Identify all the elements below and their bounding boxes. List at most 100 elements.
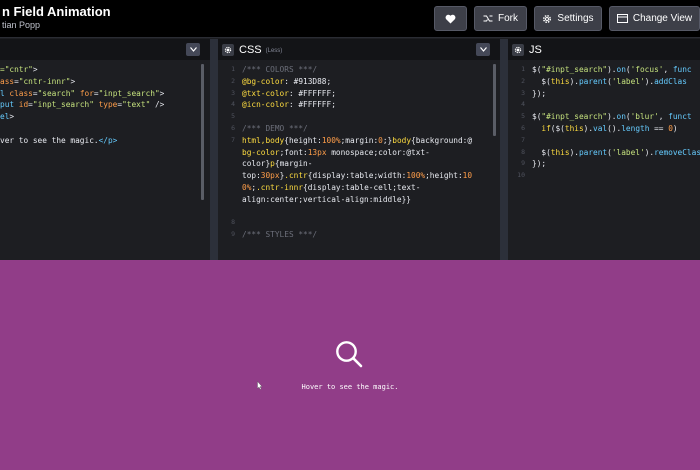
css-pane-label: CSS xyxy=(239,43,262,56)
js-pane-header: JS xyxy=(508,39,700,60)
code-line: /*** DEMO ***/ xyxy=(242,123,308,133)
code-line: }); xyxy=(532,159,547,169)
line-number: 9 xyxy=(521,159,525,168)
line-number: 2 xyxy=(231,76,235,85)
code-line: /*** COLORS ***/ xyxy=(242,65,318,74)
layout-icon xyxy=(616,14,628,23)
code-line: }); xyxy=(532,88,547,98)
code-line: $(this).parent('label').removeClas xyxy=(532,147,700,157)
html-code-editor[interactable]: ="cntr"> ass="cntr-innr"> l class="search"… xyxy=(0,60,210,260)
line-number xyxy=(218,158,235,170)
line-number: 4 xyxy=(521,100,525,109)
pen-author[interactable]: tian Popp xyxy=(2,20,40,30)
css-settings-button[interactable] xyxy=(222,43,234,56)
code-line: /*** STYLES ***/ xyxy=(242,230,318,240)
line-number: 7 xyxy=(231,135,235,144)
gear-icon xyxy=(224,46,232,53)
chevron-down-icon xyxy=(479,47,487,52)
change-view-label: Change View xyxy=(632,13,693,24)
html-scrollbar[interactable] xyxy=(201,64,204,200)
chevron-down-icon xyxy=(189,47,197,52)
top-bar: n Field Animation tian Popp Fork Setting… xyxy=(0,0,700,38)
css-pane-header: CSS (Less) xyxy=(218,39,500,60)
pen-title: n Field Animation xyxy=(2,4,111,19)
html-editor-pane: ="cntr"> ass="cntr-innr"> l class="search"… xyxy=(0,39,210,260)
line-number: 9 xyxy=(231,230,235,239)
gear-icon xyxy=(514,46,522,53)
css-scrollbar[interactable] xyxy=(493,64,496,136)
code-line: if($(this).val().length == 0) xyxy=(532,123,678,133)
js-editor-pane: JS 1 2 3 4 5 6 7 8 9 10 $("#inpt_search").on('foc… xyxy=(508,39,700,260)
settings-button[interactable]: Settings xyxy=(534,6,602,31)
js-code-editor[interactable]: 1 2 3 4 5 6 7 8 9 10 $("#inpt_search").on('focus'… xyxy=(508,60,700,260)
code-line: @txt-color: #FFFFFF; xyxy=(242,88,336,98)
css-line-numbers: 1 2 3 4 5 6 7 8 9 xyxy=(218,64,235,241)
line-number: 1 xyxy=(231,65,235,73)
hover-hint-text: Hover to see the magic. xyxy=(301,383,399,391)
js-line-numbers: 1 2 3 4 5 6 7 8 9 10 xyxy=(508,64,525,182)
code-line: el> xyxy=(0,112,15,122)
line-number xyxy=(218,170,235,182)
line-number: 6 xyxy=(231,123,235,132)
code-line: 0%;.cntr-innr{display:table-cell;text- xyxy=(242,182,421,192)
line-number: 7 xyxy=(521,135,525,144)
search-field[interactable] xyxy=(333,338,367,372)
line-number: 2 xyxy=(521,76,525,85)
line-number xyxy=(218,206,235,218)
code-line: @bg-color: #913D88; xyxy=(242,76,332,86)
css-editor-pane: CSS (Less) 1 2 3 4 5 6 7 8 9 /*** COLORS ***/ @bg… xyxy=(218,39,500,260)
js-pane-label: JS xyxy=(529,43,542,56)
line-number: 6 xyxy=(521,123,525,132)
mouse-cursor-icon xyxy=(257,381,263,390)
fork-button[interactable]: Fork xyxy=(474,6,527,31)
line-number xyxy=(218,147,235,159)
search-icon xyxy=(336,341,363,368)
line-number: 5 xyxy=(521,112,525,121)
code-line: ver to see the magic.</p> xyxy=(0,135,118,145)
code-line: $(this).parent('label').addClas xyxy=(532,76,687,86)
settings-label: Settings xyxy=(557,13,594,24)
line-number: 3 xyxy=(231,88,235,97)
code-line: align:center;vertical-align:middle}} xyxy=(242,194,411,204)
code-line: $("#inpt_search").on('blur', funct xyxy=(532,112,692,122)
heart-button[interactable] xyxy=(434,6,467,31)
line-number xyxy=(218,194,235,206)
css-code-editor[interactable]: 1 2 3 4 5 6 7 8 9 /*** COLORS ***/ @bg-color: #91… xyxy=(218,60,500,260)
heart-icon xyxy=(445,14,456,24)
html-code: ="cntr"> ass="cntr-innr"> l class="search"… xyxy=(0,64,164,147)
code-line: bg-color;font:13px monospace;color:@txt- xyxy=(242,147,430,157)
fork-label: Fork xyxy=(498,13,518,24)
code-line: ="cntr"> xyxy=(0,65,38,74)
code-line: ass="cntr-innr"> xyxy=(0,76,76,86)
code-line: html,body{height:100%;margin:0;}body{bac… xyxy=(242,135,473,145)
fork-icon xyxy=(483,15,493,22)
code-line: $("#inpt_search").on('focus', func xyxy=(532,65,692,74)
code-line: @icn-color: #FFFFFF; xyxy=(242,100,336,110)
css-code: /*** COLORS ***/ @bg-color: #913D88; @txt-… xyxy=(242,64,472,241)
line-number: 10 xyxy=(517,171,525,180)
line-number: 8 xyxy=(231,218,235,227)
code-line: color}p{margin- xyxy=(242,159,313,169)
gear-icon xyxy=(543,14,552,23)
css-preprocessor-label: (Less) xyxy=(265,47,283,54)
line-number: 1 xyxy=(521,65,525,73)
line-number: 5 xyxy=(231,112,235,121)
code-line: l class="search" for="inpt_search"> xyxy=(0,88,165,98)
js-settings-button[interactable] xyxy=(512,43,524,56)
css-pane-collapse-button[interactable] xyxy=(476,43,490,56)
html-pane-header xyxy=(0,39,210,60)
code-line: put id="inpt_search" type="text" /> xyxy=(0,100,165,110)
code-line: top:30px}.cntr{display:table;width:100%;… xyxy=(242,171,473,181)
line-number: 8 xyxy=(521,147,525,156)
editor-area: ="cntr"> ass="cntr-innr"> l class="search"… xyxy=(0,39,700,260)
html-pane-collapse-button[interactable] xyxy=(186,43,200,56)
line-number: 3 xyxy=(521,88,525,97)
line-number xyxy=(218,182,235,194)
change-view-button[interactable]: Change View xyxy=(609,6,700,31)
js-code: $("#inpt_search").on('focus', func $(thi… xyxy=(532,64,700,170)
